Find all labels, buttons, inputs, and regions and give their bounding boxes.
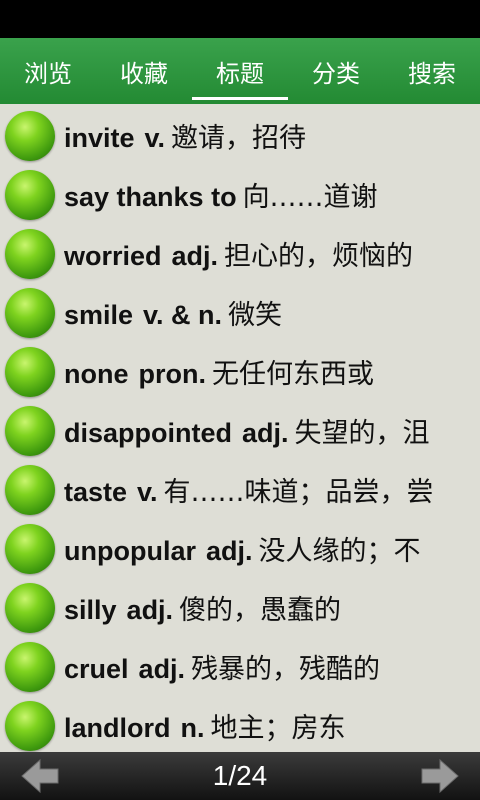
entry-text: silly adj. 傻的，愚蠢的	[64, 588, 341, 627]
entry-text: say thanks to 向……道谢	[64, 175, 378, 214]
entry-meaning: 向……道谢	[242, 182, 378, 213]
entry-meaning: 地主；房东	[210, 713, 346, 744]
green-ball-icon	[5, 169, 55, 220]
list-item[interactable]: landlord n. 地主；房东	[0, 696, 480, 755]
tab-categories[interactable]: 分类	[288, 38, 384, 104]
green-ball-icon	[5, 464, 55, 515]
list-item[interactable]: silly adj. 傻的，愚蠢的	[0, 578, 480, 637]
tab-favorites[interactable]: 收藏	[96, 38, 192, 104]
entry-pos: adj.	[126, 595, 174, 625]
entry-pos: pron.	[138, 359, 207, 389]
list-item[interactable]: invite v. 邀请，招待	[0, 106, 480, 165]
entry-pos: adj.	[205, 536, 253, 566]
tab-browse[interactable]: 浏览	[0, 38, 96, 104]
green-ball-icon	[5, 582, 55, 633]
entry-meaning: 有……味道；品尝，尝	[163, 477, 434, 508]
list-item[interactable]: none pron. 无任何东西或	[0, 342, 480, 401]
entry-word: unpopular	[64, 536, 196, 566]
entry-meaning: 没人缘的；不	[258, 536, 421, 567]
previous-arrow-icon[interactable]	[20, 758, 60, 794]
entry-meaning: 无任何东西或	[212, 359, 374, 390]
green-ball-icon	[5, 228, 55, 279]
word-list: invite v. 邀请，招待 say thanks to 向……道谢 worried…	[0, 106, 480, 751]
entry-word: invite	[64, 123, 135, 153]
entry-text: landlord n. 地主；房东	[64, 706, 346, 745]
green-ball-icon	[5, 700, 55, 751]
entry-word: silly	[64, 595, 117, 625]
list-item[interactable]: cruel adj. 残暴的，残酷的	[0, 637, 480, 696]
tab-titles[interactable]: 标题	[192, 38, 288, 104]
entry-word: cruel	[64, 654, 129, 684]
entry-meaning: 傻的，愚蠢的	[179, 595, 342, 626]
list-item[interactable]: taste v. 有……味道；品尝，尝	[0, 460, 480, 519]
entry-word: disappointed	[64, 418, 232, 448]
status-bar	[0, 0, 480, 38]
entry-word: say thanks to	[64, 182, 237, 212]
page-indicator: 1/24	[212, 760, 268, 791]
entry-meaning: 失望的，沮	[294, 418, 430, 449]
entry-word: worried	[64, 241, 162, 271]
entry-word: none	[64, 359, 129, 389]
entry-meaning: 残暴的，残酷的	[191, 654, 381, 685]
entry-text: cruel adj. 残暴的，残酷的	[64, 647, 380, 686]
green-ball-icon	[5, 641, 55, 692]
entry-text: disappointed adj. 失望的，沮	[64, 411, 430, 450]
entry-text: invite v. 邀请，招待	[64, 116, 306, 155]
tab-search[interactable]: 搜索	[384, 38, 480, 104]
pager-bar: 1/24	[0, 752, 480, 800]
entry-word: landlord	[64, 713, 171, 743]
entry-meaning: 邀请，招待	[171, 123, 307, 154]
entry-text: smile v. & n. 微笑	[64, 293, 282, 332]
entry-pos: adj.	[138, 654, 186, 684]
list-item[interactable]: disappointed adj. 失望的，沮	[0, 401, 480, 460]
entry-text: none pron. 无任何东西或	[64, 352, 374, 391]
entry-text: worried adj. 担心的，烦恼的	[64, 234, 413, 273]
list-item[interactable]: worried adj. 担心的，烦恼的	[0, 224, 480, 283]
entry-word: taste	[64, 477, 128, 507]
entry-word: smile	[64, 300, 134, 330]
list-item[interactable]: say thanks to 向……道谢	[0, 165, 480, 224]
list-item[interactable]: smile v. & n. 微笑	[0, 283, 480, 342]
green-ball-icon	[5, 405, 55, 456]
entry-text: taste v. 有……味道；品尝，尝	[64, 470, 434, 509]
entry-pos: v. & n.	[143, 300, 223, 330]
green-ball-icon	[5, 346, 55, 397]
tab-bar: 浏览 收藏 标题 分类 搜索	[0, 38, 480, 104]
entry-pos: adj.	[242, 418, 289, 448]
list-item[interactable]: unpopular adj. 没人缘的；不	[0, 519, 480, 578]
green-ball-icon	[5, 110, 55, 161]
green-ball-icon	[5, 287, 55, 338]
entry-pos: v.	[144, 123, 166, 153]
entry-pos: v.	[137, 477, 158, 507]
entry-pos: adj.	[171, 241, 219, 271]
green-ball-icon	[5, 523, 55, 574]
next-arrow-icon[interactable]	[420, 758, 460, 794]
entry-pos: n.	[180, 713, 205, 743]
entry-text: unpopular adj. 没人缘的；不	[64, 529, 421, 568]
entry-meaning: 担心的，烦恼的	[224, 241, 414, 272]
entry-meaning: 微笑	[228, 300, 283, 331]
